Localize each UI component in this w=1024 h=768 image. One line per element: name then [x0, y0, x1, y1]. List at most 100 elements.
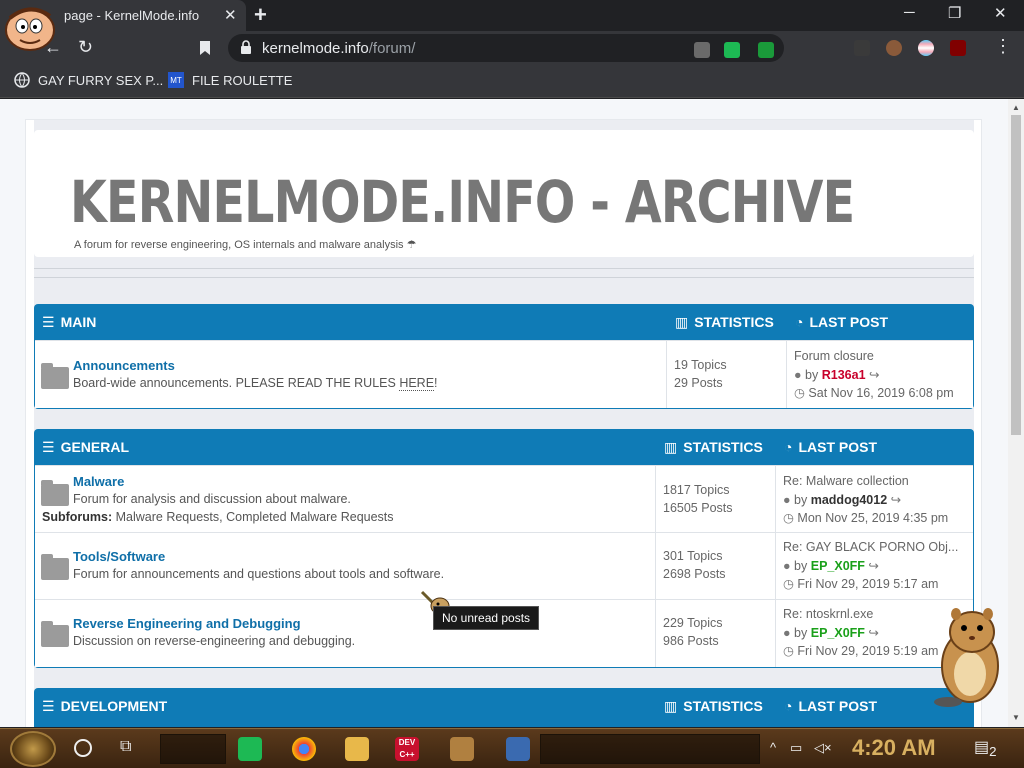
category-development: ☰ DEVELOPMENT ▥ STATISTICS ◔ LAST POST	[34, 688, 974, 727]
task-view-icon[interactable]: ⧉	[120, 738, 131, 756]
category-general: ☰ GENERAL ▥ STATISTICS ◔ LAST POST Malware …	[34, 429, 974, 668]
statistics-header: ▥ STATISTICS	[664, 439, 763, 455]
forum-stats: 229 Topics 986 Posts	[655, 600, 776, 667]
forum-title[interactable]: Announcements	[73, 358, 175, 373]
site-description: A forum for reverse engineering, OS inte…	[74, 239, 417, 251]
page-scrollbar[interactable]: ▲ ▼	[1008, 99, 1024, 727]
active-tab[interactable]: page - KernelMode.info ✕	[0, 0, 246, 51]
topics-count: 1817 Topics	[663, 483, 730, 497]
bookmark-item[interactable]: FILE ROULETTE	[192, 73, 292, 88]
spotify-icon[interactable]	[724, 42, 740, 58]
devcpp-icon[interactable]: DEV C++	[395, 737, 419, 761]
minimize-button[interactable]: ─	[904, 4, 915, 21]
forum-title[interactable]: Tools/Software	[73, 549, 165, 564]
username-link[interactable]: maddog4012	[811, 493, 887, 507]
forum-row: Malware Forum for analysis and discussio…	[35, 465, 973, 532]
scroll-down-icon[interactable]: ▼	[1012, 713, 1020, 722]
shield-icon[interactable]	[758, 42, 774, 58]
last-post-title[interactable]: Forum closure	[794, 349, 874, 363]
last-post-author: ● by EP_X0FF ↪	[783, 559, 879, 573]
category-header: ☰ GENERAL ▥ STATISTICS ◔ LAST POST	[34, 429, 974, 464]
category-title[interactable]: ☰ MAIN	[42, 314, 96, 331]
user-icon: ●	[783, 493, 791, 507]
folder-icon	[41, 480, 69, 506]
category-header: ☰ MAIN ▥ STATISTICS ◔ LAST POST	[34, 304, 974, 339]
close-window-button[interactable]: ✕	[994, 4, 1007, 22]
last-post-title[interactable]: Re: GAY BLACK PORNO Obj...	[783, 540, 958, 554]
comments-icon: ◔	[795, 314, 804, 330]
taskbar-slot[interactable]	[540, 734, 760, 764]
cortana-icon[interactable]	[74, 739, 92, 757]
volume-icon[interactable]: ◁×	[814, 740, 832, 756]
forum-row: Announcements Board-wide announcements. …	[35, 340, 973, 408]
bar-chart-icon: ▥	[664, 698, 678, 714]
goto-post-icon[interactable]: ↪	[891, 493, 901, 507]
notification-icon[interactable]: ▤2	[974, 737, 997, 759]
last-post-date: ◷ Sat Nov 16, 2019 6:08 pm	[794, 386, 954, 400]
clock[interactable]: 4:20 AM	[852, 735, 936, 761]
bookmarks-bar: GAY FURRY SEX P... MT FILE ROULETTE	[0, 66, 1024, 98]
url-text: kernelmode.info/forum/	[262, 40, 416, 57]
bookmark-item[interactable]: GAY FURRY SEX P...	[38, 73, 163, 88]
bookmark-star-icon[interactable]	[199, 40, 211, 56]
last-post-title[interactable]: Re: Malware collection	[783, 474, 909, 488]
spotify-taskbar-icon[interactable]	[238, 737, 262, 761]
goto-post-icon[interactable]: ↪	[869, 368, 879, 382]
hamster-pet-icon	[934, 608, 999, 707]
category-title[interactable]: ☰ DEVELOPMENT	[42, 698, 167, 715]
forum-title[interactable]: Reverse Engineering and Debugging	[73, 616, 301, 631]
last-post-author: ● by maddog4012 ↪	[783, 493, 902, 507]
start-button[interactable]	[10, 731, 56, 767]
tray-chevron-icon[interactable]: ^	[770, 740, 776, 755]
browser-toolbar: ← ↻ kernelmode.info/forum/ ⋮	[0, 31, 1024, 66]
flag-icon[interactable]	[918, 40, 934, 56]
list-icon: ☰	[42, 698, 55, 714]
globe-icon	[14, 72, 30, 88]
maximize-button[interactable]: ❐	[948, 4, 961, 22]
tab-close-icon[interactable]: ✕	[224, 6, 237, 24]
comments-icon: ◔	[784, 698, 793, 714]
username-link[interactable]: EP_X0FF	[811, 626, 865, 640]
topics-count: 301 Topics	[663, 549, 723, 563]
subforum-links[interactable]: Malware Requests, Completed Malware Requ…	[116, 510, 394, 524]
extension-icon[interactable]	[854, 40, 870, 56]
forum-row: Tools/Software Forum for announcements a…	[35, 532, 973, 599]
page-viewport: KERNELMODE.INFO - ARCHIVE A forum for re…	[0, 99, 1008, 727]
game-taskbar-icon[interactable]	[450, 737, 474, 761]
username-link[interactable]: EP_X0FF	[811, 559, 865, 573]
rules-link[interactable]: HERE	[399, 376, 435, 391]
menu-icon[interactable]: ⋮	[994, 36, 1012, 57]
clock-icon: ◷	[783, 511, 794, 525]
goto-post-icon[interactable]: ↪	[868, 626, 878, 640]
reload-icon[interactable]: ↻	[78, 37, 93, 58]
scroll-thumb[interactable]	[1011, 115, 1021, 435]
cube-app-icon[interactable]	[506, 737, 530, 761]
user-icon: ●	[783, 559, 791, 573]
tab-title: page - KernelMode.info	[64, 8, 200, 23]
category-title[interactable]: ☰ GENERAL	[42, 439, 129, 456]
new-tab-button[interactable]: +	[254, 2, 267, 28]
address-bar[interactable]: kernelmode.info/forum/	[228, 34, 784, 62]
network-icon[interactable]: ▭	[790, 740, 802, 756]
last-post-title[interactable]: Re: ntoskrnl.exe	[783, 607, 873, 621]
chrome-taskbar-icon[interactable]	[292, 737, 316, 761]
mt-logo-icon: MT	[168, 72, 184, 88]
taskbar-slot[interactable]	[160, 734, 226, 764]
site-title[interactable]: KERNELMODE.INFO - ARCHIVE	[70, 168, 855, 236]
forum-description: Discussion on reverse-engineering and de…	[73, 634, 356, 648]
user-icon: ●	[783, 626, 791, 640]
forum-title[interactable]: Malware	[73, 474, 124, 489]
avatar-icon[interactable]	[886, 40, 902, 56]
svg-text:MT: MT	[170, 76, 182, 85]
goto-post-icon[interactable]: ↪	[868, 559, 878, 573]
ublock-icon[interactable]	[950, 40, 966, 56]
file-explorer-icon[interactable]	[345, 737, 369, 761]
last-post-date: ◷ Fri Nov 29, 2019 5:17 am	[783, 577, 939, 591]
forum-description: Board-wide announcements. PLEASE READ TH…	[73, 376, 438, 391]
adblock-icon[interactable]	[694, 42, 710, 58]
folder-icon	[41, 363, 69, 389]
folder-icon	[41, 621, 69, 647]
scroll-up-icon[interactable]: ▲	[1012, 103, 1020, 112]
username-link[interactable]: R136a1	[822, 368, 866, 382]
last-post-author: ● by R136a1 ↪	[794, 368, 880, 382]
